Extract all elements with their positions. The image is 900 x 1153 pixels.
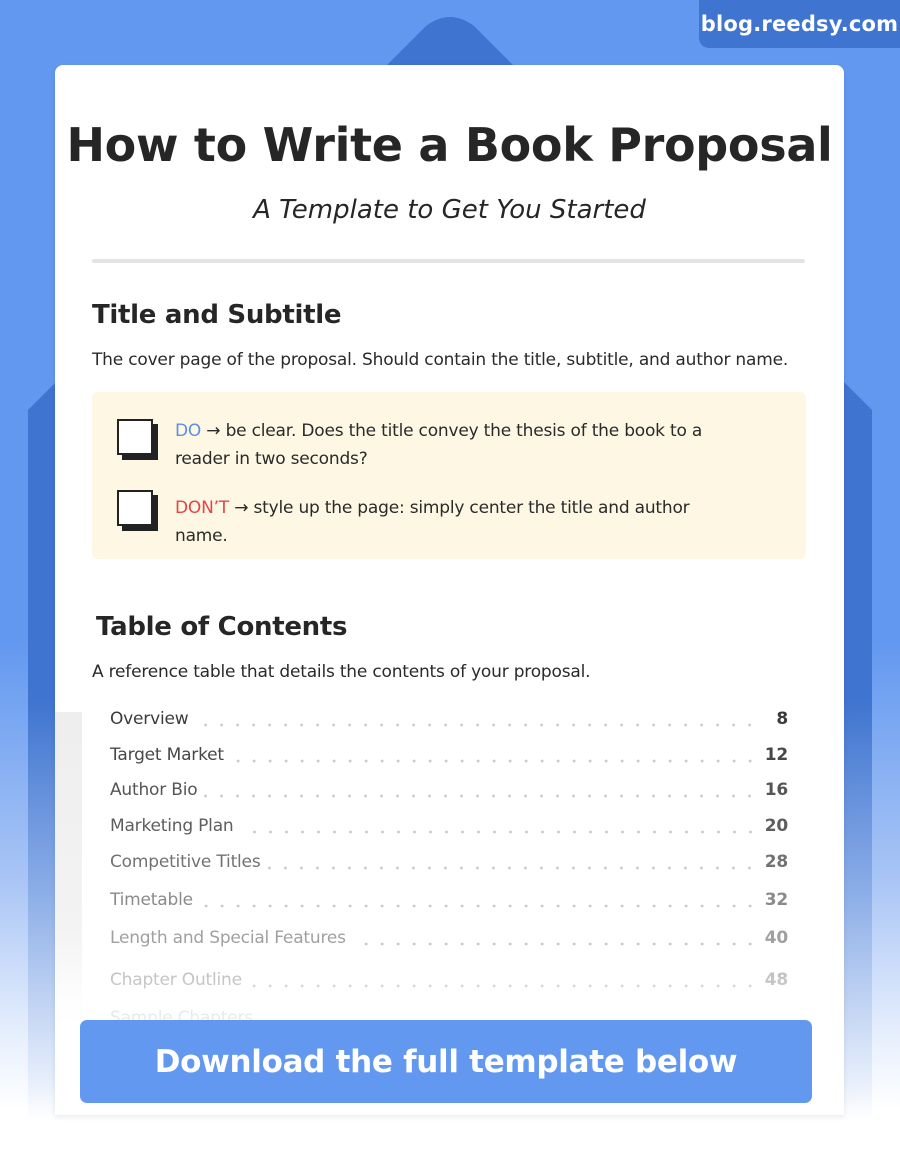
toc-row[interactable]: Chapter Outline 48 [110,970,788,990]
section-description-title-subtitle: The cover page of the proposal. Should c… [92,350,789,370]
tip-do: DO → be clear. Does the title convey the… [117,419,735,473]
toc-label: Target Market [110,745,224,765]
arrow-icon: → [206,421,221,441]
toc-label: Timetable [110,890,193,910]
toc-label: Overview [110,709,189,729]
toc-label: Author Bio [110,780,198,800]
tip-body: style up the page: simply center the tit… [175,498,690,546]
toc-label: Length and Special Features [110,928,346,948]
toc-page-number: 32 [764,890,788,910]
toc-page-number: 28 [764,852,788,872]
toc-row[interactable]: Length and Special Features 40 [110,928,788,948]
title-divider [92,259,805,263]
toc-page-number: 48 [764,970,788,990]
toc-row[interactable]: Overview 8 [110,709,788,729]
toc-page-number: 40 [764,928,788,948]
checkbox-icon[interactable] [117,490,153,526]
tip-body: be clear. Does the title convey the thes… [175,421,703,469]
tips-box: DO → be clear. Does the title convey the… [92,392,806,559]
section-description-toc: A reference table that details the conte… [92,662,591,682]
toc-leader-dots [194,723,758,727]
checkbox-icon[interactable] [117,419,153,455]
toc-row[interactable]: Marketing Plan 20 [110,816,788,836]
section-heading-toc: Table of Contents [96,612,348,642]
document-card: How to Write a Book Proposal A Template … [55,65,844,1115]
toc-row[interactable]: Target Market 12 [110,745,788,765]
toc-label: Competitive Titles [110,852,261,872]
toc-row[interactable]: Author Bio 16 [110,780,788,800]
tip-text: DO → be clear. Does the title convey the… [175,417,735,473]
toc-leader-dots [247,984,758,988]
site-badge[interactable]: blog.reedsy.com [699,0,900,48]
toc-page-number: 12 [764,745,788,765]
toc-row[interactable]: Timetable 32 [110,890,788,910]
toc-label: Chapter Outline [110,970,242,990]
toc-page-number: 8 [776,709,788,729]
toc-leader-dots [198,904,758,908]
document-subtitle: A Template to Get You Started [253,195,646,225]
dont-keyword: DON’T [175,498,229,518]
tip-text: DON’T → style up the page: simply center… [175,494,735,550]
download-template-button[interactable]: Download the full template below [80,1020,812,1103]
toc-leader-dots [203,794,758,798]
toc-page-number: 16 [764,780,788,800]
toc-leader-dots [266,866,758,870]
do-keyword: DO [175,421,202,441]
page-edge-strip [55,712,82,1022]
tip-dont: DON’T → style up the page: simply center… [117,490,735,550]
toc-page-number: 20 [764,816,788,836]
section-heading-title-subtitle: Title and Subtitle [92,300,342,330]
toc-row[interactable]: Competitive Titles 28 [110,852,788,872]
arrow-icon: → [234,498,249,518]
toc-leader-dots [239,830,758,834]
toc-leader-dots [229,759,758,763]
document-title: How to Write a Book Proposal [66,118,833,172]
toc-leader-dots [351,942,758,946]
toc-label: Marketing Plan [110,816,234,836]
